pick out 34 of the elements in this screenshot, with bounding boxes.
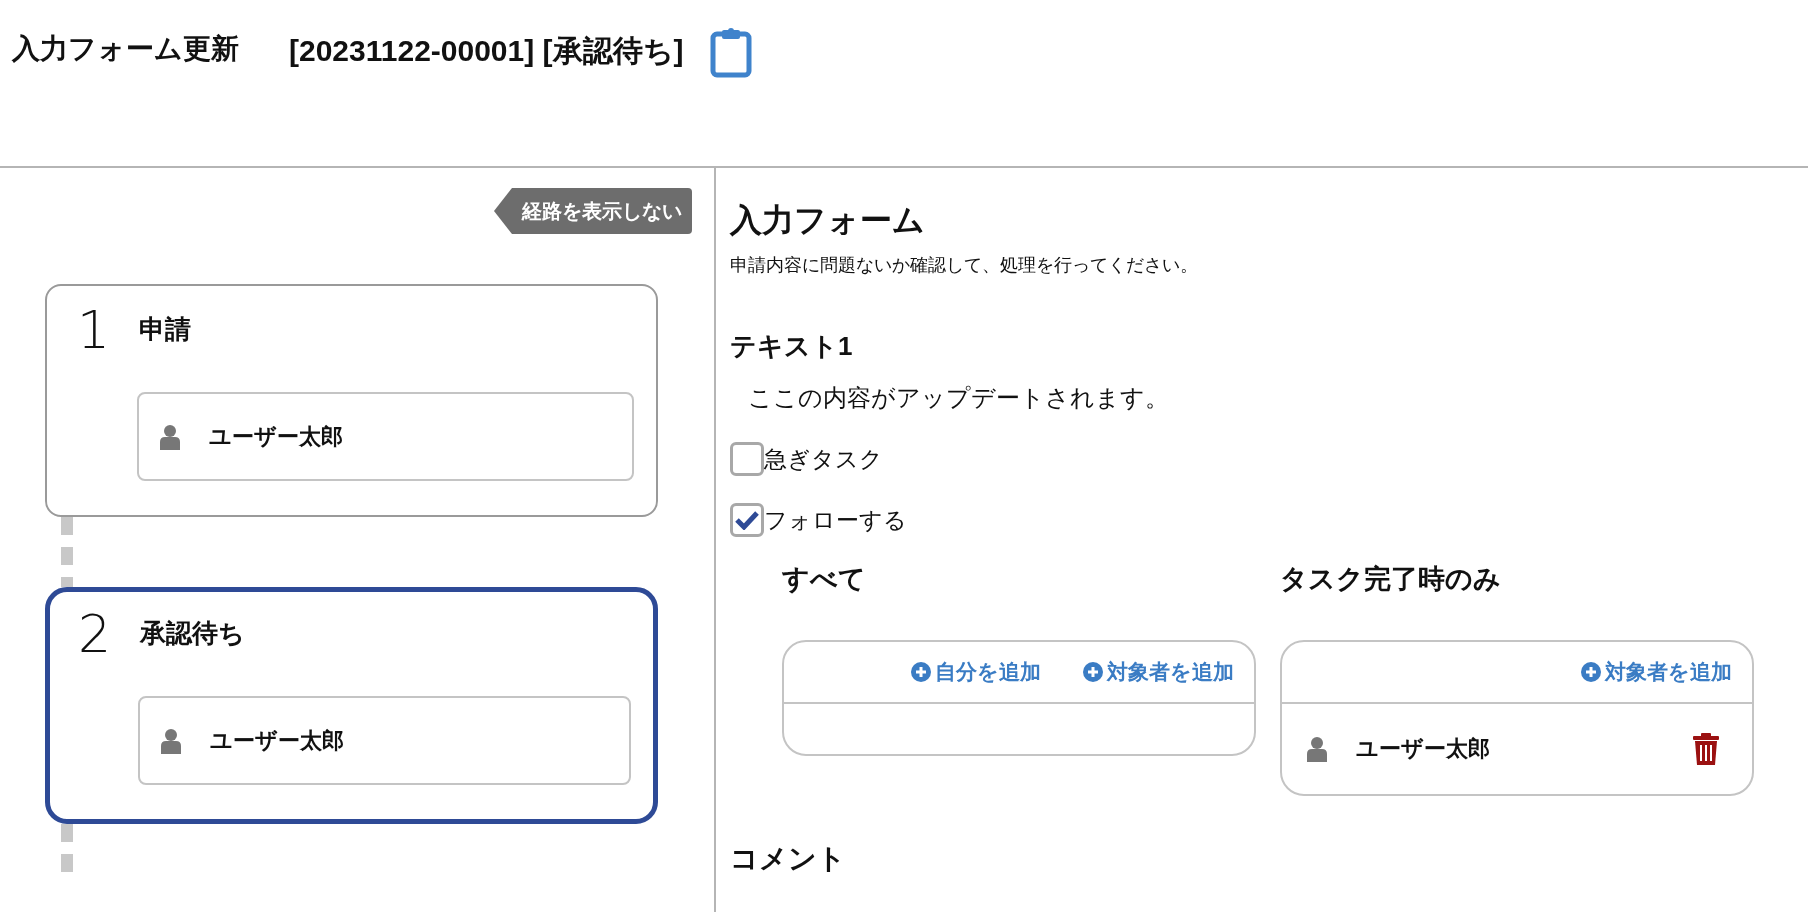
add-link[interactable]: 対象者を追加 [1581, 655, 1732, 688]
checkbox[interactable] [730, 442, 764, 477]
checkbox-label: 急ぎタスク [764, 445, 883, 474]
checkbox[interactable] [730, 502, 764, 537]
step-number: 1 [77, 304, 112, 356]
field-label: テキスト1 [730, 330, 854, 363]
person-icon [1306, 735, 1328, 762]
step-title: 承認待ち [140, 617, 245, 650]
step-card[interactable]: 2 承認待ち ユーザー太郎 [45, 587, 658, 824]
plus-icon [1581, 661, 1601, 682]
trash-icon[interactable] [1692, 732, 1720, 765]
form-description: 申請内容に問題ないか確認して、処理を行ってください。 [730, 254, 1199, 277]
clipboard-icon[interactable] [709, 28, 752, 78]
record-id-status: [20231122-00001] [承認待ち] [289, 33, 684, 69]
add-link[interactable]: 対象者を追加 [1083, 655, 1234, 688]
hide-route-button[interactable]: 経路を表示しない [494, 188, 692, 234]
form-title: 入力フォーム [730, 201, 926, 240]
section-label: コメント [730, 841, 847, 876]
user-name: ユーザー太郎 [1356, 735, 1491, 763]
assignee-box: ユーザー太郎 [137, 392, 634, 481]
group-title: タスク完了時のみ [1280, 563, 1502, 596]
step-card[interactable]: 1 申請 ユーザー太郎 [45, 284, 658, 517]
field-value: ここの内容がアップデートされます。 [748, 383, 1170, 413]
plus-icon [1083, 661, 1103, 682]
person-icon [159, 423, 181, 450]
step-number: 2 [78, 608, 113, 660]
checkbox-label: フォローする [764, 505, 907, 535]
group-title: すべて [782, 563, 867, 596]
person-icon [160, 727, 182, 754]
add-link[interactable]: 自分を追加 [911, 655, 1041, 688]
assignee-box: ユーザー太郎 [138, 696, 631, 785]
plus-icon [911, 661, 931, 682]
step-title: 申請 [139, 313, 191, 346]
page-title: 入力フォーム更新 [12, 32, 239, 66]
